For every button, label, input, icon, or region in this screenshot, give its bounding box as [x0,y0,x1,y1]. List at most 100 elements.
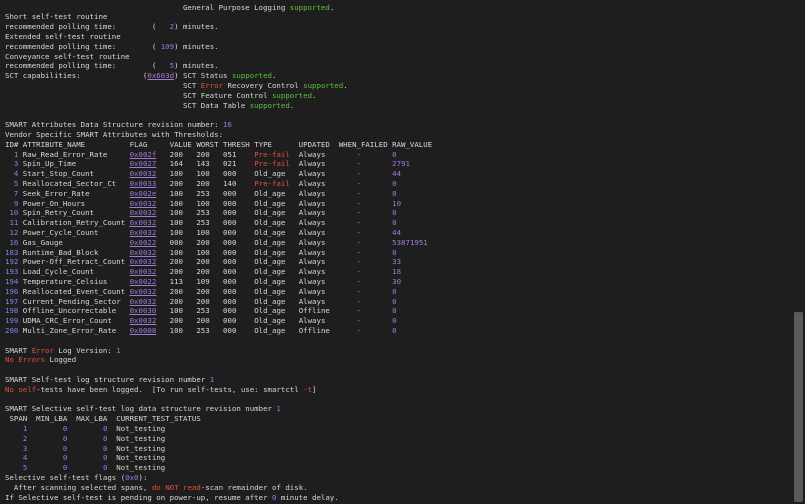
terminal-line: 10 Spin_Retry_Count 0x0032 100 253 000 O… [5,208,397,218]
terminal-text: minute delay. [276,492,339,502]
terminal-output[interactable]: General Purpose Logging supported. Short … [0,0,792,504]
terminal-text: 0x0032 [129,208,157,218]
terminal-text: 16 [223,120,232,130]
terminal-text: Error [31,345,54,355]
terminal-line: 3 0 0 Not_testing [5,444,165,454]
terminal-text: 109 [160,41,175,51]
terminal-text: 0 [392,286,397,296]
terminal-line: Extended self-test routine [5,32,121,42]
terminal-text: Always [289,149,357,159]
terminal-line: 16 Gas_Gauge 0x0022 000 200 000 Old_age … [5,237,427,248]
terminal-text: SMART Self-test log structure revision n… [5,374,210,384]
terminal-text: 0x0032 [129,169,157,179]
terminal-text: If Selective self-test is pending on pow… [5,492,272,502]
terminal-text: supported [303,80,344,90]
terminal-text: ) minutes. [174,22,219,32]
terminal-line: recommended polling time: ( 5) minutes. [5,61,219,71]
terminal-text: General Purpose Logging [5,2,290,12]
terminal-text: SMART Attributes Data Structure revision… [5,120,224,130]
terminal-text: Spin_Retry_Count [18,208,130,218]
terminal-text: Not_testing [107,443,166,453]
terminal-text: 0x603d [147,71,175,81]
terminal-text: 100 100 000 Old_age Always [156,227,357,237]
terminal-text: recommended polling time: ( [5,22,170,32]
terminal-text: Recovery Control [223,80,304,90]
terminal-text: Extended self-test routine [5,31,121,41]
terminal-line: SMART Attributes Data Structure revision… [5,120,232,130]
terminal-text: 0x002f [129,149,157,159]
terminal-line: SMART Self-test log structure revision n… [5,375,214,385]
terminal-text: . [289,100,295,110]
terminal-line: General Purpose Logging supported. [5,3,334,13]
terminal-text: SCT [5,80,201,90]
terminal-text: 100 100 000 Old_age Always [156,169,357,179]
terminal-text: supported [271,90,313,100]
terminal-text: Conveyance self-test routine [5,51,130,61]
terminal-line: 11 Calibration_Retry_Count 0x0032 100 25… [5,218,396,228]
terminal-text: Runtime_Bad_Block [18,247,130,257]
terminal-text: 183 [5,247,19,257]
scrollbar-thumb[interactable] [794,312,803,502]
terminal-line: 2 0 0 Not_testing [5,434,165,444]
terminal-text: Seek_Error_Rate [18,188,130,198]
terminal-text: 0x0022 [129,237,157,247]
terminal-line: 12 Power_Cycle_Count 0x0032 100 100 000 … [5,228,401,238]
terminal-text: 200 200 000 Old_age Always [156,267,357,277]
terminal-text: Log Version: [53,345,117,355]
terminal-text: -scan remainder of disk. [200,482,308,492]
terminal-text: 0x0032 [129,286,157,296]
terminal-text: 0x0032 [129,257,157,267]
terminal-text: SMART Selective self-test log data struc… [5,404,277,414]
terminal-line: SMART Error Log Version: 1 [5,346,121,356]
terminal-text: 44 [392,227,402,237]
terminal-text: 164 143 021 [156,159,255,169]
terminal-text: Load_Cycle_Count [18,267,130,277]
terminal-text: Raw_Read_Error_Rate [18,149,130,159]
terminal-text: Current_Pending_Sector [18,296,130,306]
terminal-text: 100 100 000 Old_age Always [156,198,357,208]
terminal-text: 0 [392,208,397,218]
terminal-text: 0x0032 [129,316,157,326]
terminal-text: SCT Feature Control [5,90,272,100]
terminal-text: 100 253 000 Old_age Offline [156,306,357,316]
terminal-text: . [272,71,277,81]
terminal-text: Offline_Uncorrectable [18,306,130,316]
terminal-text: 200 200 140 [156,178,255,188]
terminal-text: 194 [5,276,19,286]
terminal-text: 33 [392,257,402,267]
terminal-text: Pre-fail [254,178,290,188]
terminal-text: 200 200 000 Old_age Always [156,296,357,306]
terminal-line: 1 Raw_Read_Error_Rate 0x002f 200 200 051… [5,150,397,160]
terminal-text: SCT Data Table [5,100,250,110]
terminal-text: 000 200 000 Old_age Always [156,237,357,247]
terminal-text: 193 [5,267,19,277]
terminal-text: Temperature_Celsius [18,276,130,286]
terminal-text: 0x0032 [129,227,157,237]
terminal-text: -tests have been logged. [To run self-te… [36,384,304,394]
terminal-text: 0x0032 [129,218,157,228]
terminal-text: ) SCT Status [174,71,232,81]
terminal-text: 100 253 000 Old_age Always [156,188,357,198]
terminal-line: Vendor Specific SMART Attributes with Th… [5,130,223,140]
terminal-text: 0x0008 [129,325,157,335]
terminal-line: 194 Temperature_Celsius 0x0022 113 109 0… [5,277,401,287]
terminal-line: 198 Offline_Uncorrectable 0x0030 100 253… [5,306,397,316]
terminal-text: 196 [5,286,19,296]
terminal-text: 200 200 000 Old_age Always [156,257,357,267]
terminal-text: 0x0032 [129,247,157,257]
terminal-line: 197 Current_Pending_Sector 0x0032 200 20… [5,297,397,307]
